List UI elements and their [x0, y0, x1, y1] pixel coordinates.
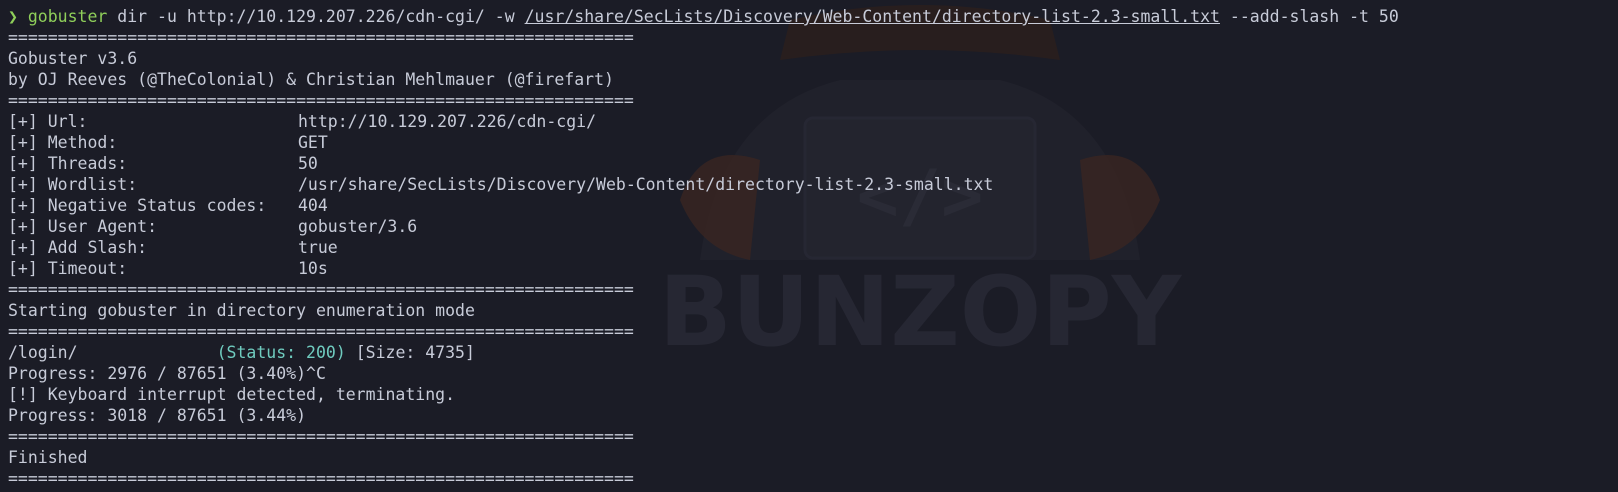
- config-value: /usr/share/SecLists/Discovery/Web-Conten…: [298, 175, 994, 194]
- config-row-user-agent: [+] User Agent: gobuster/3.6: [8, 216, 1618, 237]
- finished-message: Finished: [8, 448, 88, 467]
- result-size: [Size: 4735]: [355, 343, 475, 362]
- separator-rule: ========================================…: [8, 91, 634, 110]
- separator-rule: ========================================…: [8, 322, 634, 341]
- config-row-wordlist: [+] Wordlist: /usr/share/SecLists/Discove…: [8, 174, 1618, 195]
- config-value: 50: [298, 154, 318, 173]
- config-key: [+] Threads:: [8, 154, 128, 173]
- config-value: 10s: [298, 259, 328, 278]
- result-gap: [78, 343, 217, 362]
- interrupt-message: [!] Keyboard interrupt detected, termina…: [8, 385, 456, 404]
- result-status: (Status: 200): [216, 343, 346, 362]
- config-key: [+] User Agent:: [8, 217, 158, 236]
- config-row-threads: [+] Threads: 50: [8, 153, 1618, 174]
- banner-version: Gobuster v3.6: [8, 49, 138, 68]
- config-value: http://10.129.207.226/cdn-cgi/: [298, 112, 597, 131]
- command-line: ❯ gobuster dir -u http://10.129.207.226/…: [8, 6, 1618, 27]
- progress-line: Progress: 2976 / 87651 (3.40%)^C: [8, 364, 326, 383]
- config-row-url: [+] Url: http://10.129.207.226/cdn-cgi/: [8, 111, 1618, 132]
- separator-rule: ========================================…: [8, 280, 634, 299]
- config-key: [+] Negative Status codes:: [8, 196, 267, 215]
- progress-line: Progress: 3018 / 87651 (3.44%): [8, 406, 307, 425]
- terminal-window[interactable]: </> BUNZOPY ❯ gobuster dir -u http://10.…: [0, 0, 1618, 492]
- result-path: /login/: [8, 343, 78, 362]
- config-key: [+] Url:: [8, 112, 88, 131]
- config-key: [+] Add Slash:: [8, 238, 148, 257]
- config-row-add-slash: [+] Add Slash: true: [8, 237, 1618, 258]
- config-row-negative-status: [+] Negative Status codes: 404: [8, 195, 1618, 216]
- prompt-arrow-icon: ❯: [8, 7, 18, 26]
- separator-rule: ========================================…: [8, 28, 634, 47]
- separator-rule: ========================================…: [8, 469, 634, 488]
- config-value: true: [298, 238, 338, 257]
- separator-rule: ========================================…: [8, 427, 634, 446]
- config-key: [+] Wordlist:: [8, 175, 138, 194]
- wordlist-path-link[interactable]: /usr/share/SecLists/Discovery/Web-Conten…: [525, 7, 1220, 26]
- command-args: dir -u http://10.129.207.226/cdn-cgi/ -w: [107, 7, 525, 26]
- config-key: [+] Timeout:: [8, 259, 128, 278]
- config-value: GET: [298, 133, 328, 152]
- command-flags: --add-slash -t 50: [1219, 7, 1399, 26]
- config-key: [+] Method:: [8, 133, 118, 152]
- terminal-output[interactable]: ❯ gobuster dir -u http://10.129.207.226/…: [8, 6, 1618, 489]
- config-row-method: [+] Method: GET: [8, 132, 1618, 153]
- config-value: gobuster/3.6: [298, 217, 418, 236]
- config-value: 404: [298, 196, 328, 215]
- result-row: /login/ (Status: 200) [Size: 4735]: [8, 342, 1618, 363]
- command-program: gobuster: [27, 7, 108, 26]
- banner-authors: by OJ Reeves (@TheColonial) & Christian …: [8, 70, 614, 89]
- config-row-timeout: [+] Timeout: 10s: [8, 258, 1618, 279]
- start-message: Starting gobuster in directory enumerati…: [8, 301, 475, 320]
